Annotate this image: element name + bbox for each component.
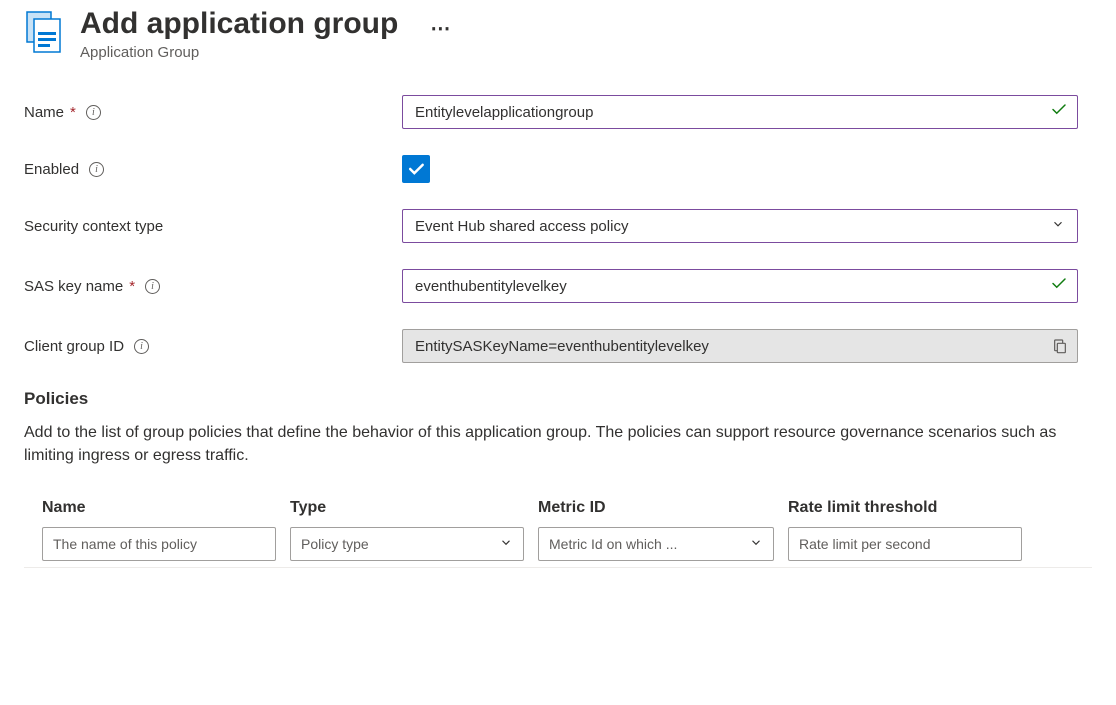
row-client-group-id: Client group ID i (24, 329, 1092, 363)
app-group-icon (24, 10, 66, 58)
col-name: Name (42, 499, 290, 517)
policy-name-input[interactable] (42, 527, 276, 561)
policies-title: Policies (24, 389, 1092, 409)
policy-metric-id-select[interactable]: Metric Id on which ... (538, 527, 774, 561)
policy-type-placeholder: Policy type (301, 536, 393, 552)
page-subtitle: Application Group (80, 44, 398, 61)
col-type: Type (290, 499, 538, 517)
security-context-type-select[interactable]: Event Hub shared access policy (402, 209, 1078, 243)
row-sas-key-name: SAS key name * i (24, 269, 1092, 303)
col-threshold: Rate limit threshold (788, 499, 1036, 517)
client-group-id-input (402, 329, 1078, 363)
col-metric-id: Metric ID (538, 499, 788, 517)
policy-type-select[interactable]: Policy type (290, 527, 524, 561)
row-enabled: Enabled i (24, 155, 1092, 183)
page-header: Add application group Application Group … (24, 6, 1092, 61)
info-icon[interactable]: i (89, 162, 104, 177)
chevron-down-icon (749, 536, 763, 553)
info-icon[interactable]: i (145, 279, 160, 294)
checkmark-icon (1050, 275, 1068, 298)
policy-metric-id-placeholder: Metric Id on which ... (549, 536, 701, 552)
copy-icon[interactable] (1052, 338, 1068, 354)
chevron-down-icon (1051, 217, 1065, 235)
client-group-id-label: Client group ID (24, 338, 124, 355)
row-name: Name * i (24, 95, 1092, 129)
policies-input-row: Policy type Metric Id on which ... (24, 527, 1092, 568)
sas-key-required-asterisk: * (129, 278, 135, 295)
enabled-checkbox[interactable] (402, 155, 430, 183)
security-context-type-value: Event Hub shared access policy (415, 218, 628, 235)
info-icon[interactable]: i (86, 105, 101, 120)
sas-key-name-input[interactable] (402, 269, 1078, 303)
sas-key-name-label: SAS key name (24, 278, 123, 295)
chevron-down-icon (499, 536, 513, 553)
policies-columns: Name Type Metric ID Rate limit threshold (24, 491, 1092, 527)
security-context-type-label: Security context type (24, 218, 163, 235)
policies-description: Add to the list of group policies that d… (24, 421, 1092, 467)
name-input[interactable] (402, 95, 1078, 129)
name-required-asterisk: * (70, 104, 76, 121)
enabled-label: Enabled (24, 161, 79, 178)
name-label: Name (24, 104, 64, 121)
more-button[interactable]: ⋯ (430, 16, 451, 41)
row-security-context-type: Security context type Event Hub shared a… (24, 209, 1092, 243)
page-title: Add application group (80, 6, 398, 42)
policy-threshold-input[interactable] (788, 527, 1022, 561)
info-icon[interactable]: i (134, 339, 149, 354)
checkmark-icon (1050, 101, 1068, 124)
